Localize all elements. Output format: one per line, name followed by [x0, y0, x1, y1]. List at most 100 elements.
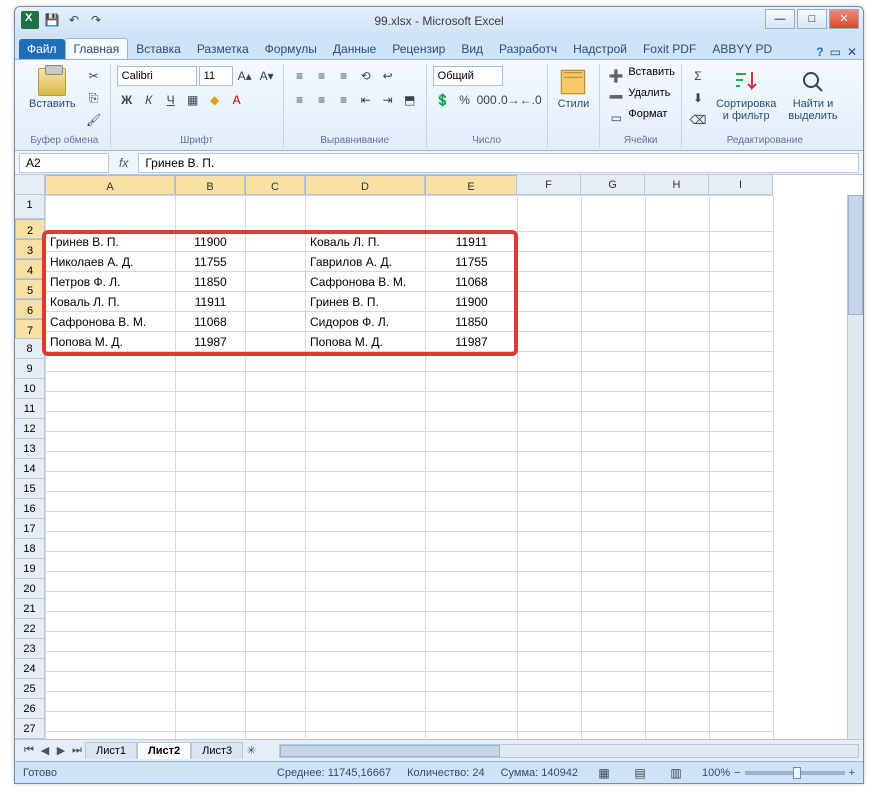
cell-D25[interactable]	[306, 692, 426, 712]
cell-F5[interactable]	[518, 292, 582, 312]
cell-F17[interactable]	[518, 532, 582, 552]
cell-A24[interactable]	[46, 672, 176, 692]
row-header-19[interactable]: 19	[15, 559, 45, 579]
cell-E17[interactable]	[426, 532, 518, 552]
font-name-select[interactable]	[117, 66, 197, 86]
tab-view[interactable]: Вид	[453, 39, 491, 59]
cell-G13[interactable]	[582, 452, 646, 472]
number-format-select[interactable]	[433, 66, 503, 86]
cell-G22[interactable]	[582, 632, 646, 652]
autosum-icon[interactable]: Σ	[688, 66, 708, 86]
cell-B26[interactable]	[176, 712, 246, 732]
cell-A6[interactable]: Сафронова В. М.	[46, 312, 176, 332]
cell-G25[interactable]	[582, 692, 646, 712]
col-header-H[interactable]: H	[645, 175, 709, 195]
cell-D26[interactable]	[306, 712, 426, 732]
cell-C8[interactable]	[246, 352, 306, 372]
cell-E13[interactable]	[426, 452, 518, 472]
styles-button[interactable]: Стили	[554, 66, 594, 112]
cell-G16[interactable]	[582, 512, 646, 532]
cell-G11[interactable]	[582, 412, 646, 432]
cell-D17[interactable]	[306, 532, 426, 552]
cell-C13[interactable]	[246, 452, 306, 472]
cell-F23[interactable]	[518, 652, 582, 672]
sheet-tab-3[interactable]: Лист3	[191, 742, 243, 759]
row-header-23[interactable]: 23	[15, 639, 45, 659]
cell-C16[interactable]	[246, 512, 306, 532]
cell-G19[interactable]	[582, 572, 646, 592]
cell-G3[interactable]	[582, 252, 646, 272]
cell-A26[interactable]	[46, 712, 176, 732]
cell-I14[interactable]	[710, 472, 774, 492]
cell-E2[interactable]: 11911	[426, 232, 518, 252]
cell-A19[interactable]	[46, 572, 176, 592]
cell-E23[interactable]	[426, 652, 518, 672]
tab-review[interactable]: Рецензир	[384, 39, 453, 59]
cell-H4[interactable]	[646, 272, 710, 292]
cell-G4[interactable]	[582, 272, 646, 292]
cell-C20[interactable]	[246, 592, 306, 612]
zoom-thumb[interactable]	[793, 767, 801, 779]
cell-F6[interactable]	[518, 312, 582, 332]
formula-input[interactable]	[138, 153, 859, 173]
zoom-slider[interactable]	[745, 771, 845, 775]
cell-H6[interactable]	[646, 312, 710, 332]
cell-C12[interactable]	[246, 432, 306, 452]
cell-B27[interactable]	[176, 732, 246, 740]
cell-D12[interactable]	[306, 432, 426, 452]
cell-G7[interactable]	[582, 332, 646, 352]
wrap-text-icon[interactable]: ↩	[378, 66, 398, 86]
decrease-decimal-icon[interactable]: ←.0	[521, 90, 541, 110]
cell-B2[interactable]: 11900	[176, 232, 246, 252]
format-painter-icon[interactable]: 🖌	[84, 110, 104, 130]
increase-font-icon[interactable]: A▴	[235, 66, 255, 86]
cell-E27[interactable]	[426, 732, 518, 740]
cell-F24[interactable]	[518, 672, 582, 692]
view-page-icon[interactable]: ▤	[630, 763, 650, 783]
cell-E10[interactable]	[426, 392, 518, 412]
row-header-14[interactable]: 14	[15, 459, 45, 479]
cell-C6[interactable]	[246, 312, 306, 332]
cell-B16[interactable]	[176, 512, 246, 532]
cell-I10[interactable]	[710, 392, 774, 412]
cell-B25[interactable]	[176, 692, 246, 712]
cell-G18[interactable]	[582, 552, 646, 572]
row-header-25[interactable]: 25	[15, 679, 45, 699]
cell-I4[interactable]	[710, 272, 774, 292]
name-box[interactable]	[19, 153, 109, 173]
cell-G8[interactable]	[582, 352, 646, 372]
cell-G27[interactable]	[582, 732, 646, 740]
insert-cells-icon[interactable]: ➕	[606, 66, 626, 86]
view-break-icon[interactable]: ▥	[666, 763, 686, 783]
row-header-21[interactable]: 21	[15, 599, 45, 619]
cell-A10[interactable]	[46, 392, 176, 412]
cell-E22[interactable]	[426, 632, 518, 652]
vertical-scrollbar[interactable]	[847, 195, 863, 739]
cell-F10[interactable]	[518, 392, 582, 412]
tab-layout[interactable]: Разметка	[189, 39, 257, 59]
cell-D19[interactable]	[306, 572, 426, 592]
cell-C9[interactable]	[246, 372, 306, 392]
cell-D10[interactable]	[306, 392, 426, 412]
cell-D15[interactable]	[306, 492, 426, 512]
underline-icon[interactable]: Ч	[161, 90, 181, 110]
cell-E8[interactable]	[426, 352, 518, 372]
cell-E12[interactable]	[426, 432, 518, 452]
border-icon[interactable]: ▦	[183, 90, 203, 110]
tab-formulas[interactable]: Формулы	[257, 39, 325, 59]
cell-I22[interactable]	[710, 632, 774, 652]
cell-E9[interactable]	[426, 372, 518, 392]
row-header-9[interactable]: 9	[15, 359, 45, 379]
cell-D3[interactable]: Гаврилов А. Д.	[306, 252, 426, 272]
cell-B23[interactable]	[176, 652, 246, 672]
cell-I15[interactable]	[710, 492, 774, 512]
cell-A15[interactable]	[46, 492, 176, 512]
cut-icon[interactable]: ✂	[84, 66, 104, 86]
cell-A9[interactable]	[46, 372, 176, 392]
cell-H3[interactable]	[646, 252, 710, 272]
ribbon-minimize-icon[interactable]: ▭	[830, 45, 841, 59]
cell-D22[interactable]	[306, 632, 426, 652]
format-cells-icon[interactable]: ▭	[606, 108, 626, 128]
cell-E3[interactable]: 11755	[426, 252, 518, 272]
cell-H15[interactable]	[646, 492, 710, 512]
